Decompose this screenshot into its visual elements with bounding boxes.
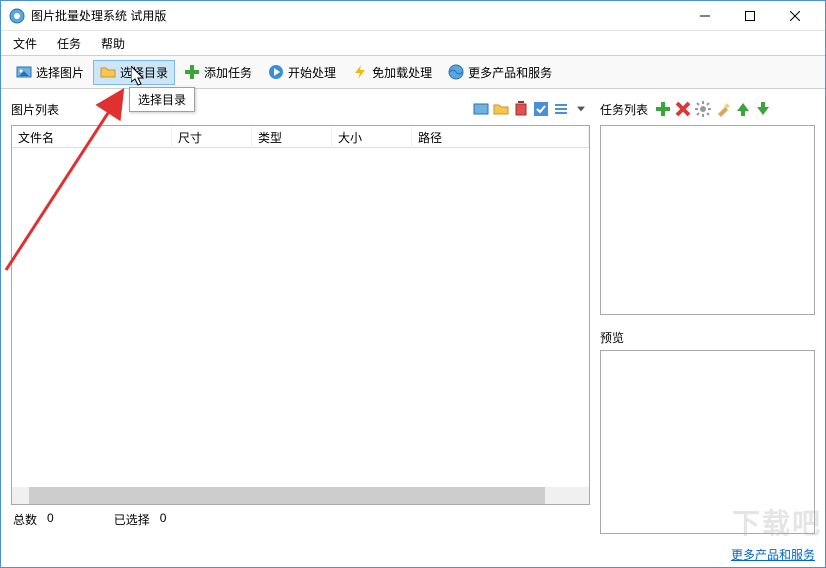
task-clear-icon[interactable] bbox=[714, 100, 732, 118]
add-task-button[interactable]: 添加任务 bbox=[177, 60, 259, 85]
footer-more-link[interactable]: 更多产品和服务 bbox=[731, 548, 815, 562]
menubar: 文件 任务 帮助 bbox=[1, 31, 825, 55]
col-type[interactable]: 类型 bbox=[252, 126, 332, 147]
plus-icon bbox=[184, 64, 200, 80]
close-button[interactable] bbox=[772, 2, 817, 30]
mini-delete-icon[interactable] bbox=[512, 100, 530, 118]
task-list-title: 任务列表 bbox=[600, 101, 648, 118]
menu-task[interactable]: 任务 bbox=[57, 35, 81, 52]
image-table[interactable]: 文件名 尺寸 类型 大小 路径 bbox=[11, 125, 590, 505]
col-filename[interactable]: 文件名 bbox=[12, 126, 172, 147]
app-icon bbox=[9, 8, 25, 24]
more-products-button[interactable]: 更多产品和服务 bbox=[441, 60, 559, 85]
list-mini-toolbar bbox=[472, 100, 590, 118]
play-icon bbox=[268, 64, 284, 80]
footer: 更多产品和服务 bbox=[1, 542, 825, 567]
col-filesize[interactable]: 大小 bbox=[332, 126, 412, 147]
mini-selectall-icon[interactable] bbox=[532, 100, 550, 118]
status-bar: 总数 0 已选择 0 bbox=[11, 505, 590, 534]
preview-title: 预览 bbox=[600, 329, 815, 346]
preview-box bbox=[600, 350, 815, 534]
mini-dropdown-icon[interactable] bbox=[572, 100, 590, 118]
window-title: 图片批量处理系统 试用版 bbox=[31, 7, 682, 24]
toolbar: 选择图片 选择目录 添加任务 开始处理 免加载处理 更多产品和服务 bbox=[1, 55, 825, 89]
task-remove-icon[interactable] bbox=[674, 100, 692, 118]
image-list-title: 图片列表 bbox=[11, 101, 59, 118]
menu-file[interactable]: 文件 bbox=[13, 35, 37, 52]
table-body bbox=[12, 148, 589, 487]
folder-icon bbox=[100, 64, 116, 80]
select-images-button[interactable]: 选择图片 bbox=[9, 60, 91, 85]
col-size[interactable]: 尺寸 bbox=[172, 126, 252, 147]
titlebar: 图片批量处理系统 试用版 bbox=[1, 1, 825, 31]
images-icon bbox=[16, 64, 32, 80]
start-processing-button[interactable]: 开始处理 bbox=[261, 60, 343, 85]
selected-value: 0 bbox=[160, 511, 167, 528]
mini-folder-icon[interactable] bbox=[492, 100, 510, 118]
col-path[interactable]: 路径 bbox=[412, 126, 589, 147]
task-up-icon[interactable] bbox=[734, 100, 752, 118]
selected-label: 已选择 bbox=[114, 511, 150, 528]
total-label: 总数 bbox=[13, 511, 37, 528]
minimize-button[interactable] bbox=[682, 2, 727, 30]
horizontal-scrollbar[interactable] bbox=[12, 487, 589, 504]
lightning-icon bbox=[352, 64, 368, 80]
task-settings-icon[interactable] bbox=[694, 100, 712, 118]
mini-view-icon[interactable] bbox=[552, 100, 570, 118]
tooltip: 选择目录 bbox=[129, 87, 195, 112]
globe-icon bbox=[448, 64, 464, 80]
total-value: 0 bbox=[47, 511, 54, 528]
select-folder-button[interactable]: 选择目录 bbox=[93, 60, 175, 85]
task-down-icon[interactable] bbox=[754, 100, 772, 118]
menu-help[interactable]: 帮助 bbox=[101, 35, 125, 52]
task-list[interactable] bbox=[600, 125, 815, 315]
task-add-icon[interactable] bbox=[654, 100, 672, 118]
mini-images-icon[interactable] bbox=[472, 100, 490, 118]
maximize-button[interactable] bbox=[727, 2, 772, 30]
fast-processing-button[interactable]: 免加载处理 bbox=[345, 60, 439, 85]
